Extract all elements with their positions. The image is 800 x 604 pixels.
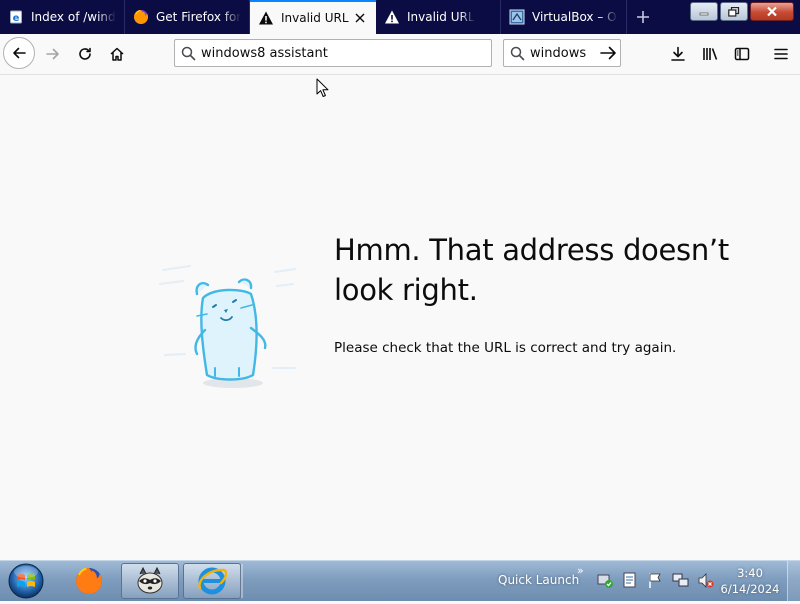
warning-icon — [384, 9, 400, 25]
sidebar-icon — [734, 47, 750, 61]
tab-get-firefox[interactable]: Get Firefox for m — [125, 0, 250, 34]
security-shield-icon[interactable] — [596, 571, 614, 589]
error-description: Please check that the URL is correct and… — [334, 340, 677, 356]
reload-icon — [79, 47, 91, 60]
quick-launch-label: Quick Launch — [498, 573, 580, 587]
network-icon[interactable] — [671, 571, 689, 589]
tab-invalid-url-active[interactable]: Invalid URL — [250, 0, 376, 34]
taskbar-divider — [240, 564, 243, 598]
restore-icon — [728, 6, 740, 17]
start-button[interactable] — [6, 562, 46, 600]
back-button[interactable] — [3, 37, 35, 69]
error-illustration — [155, 250, 305, 400]
tab-index-of-windows[interactable]: e Index of /windows — [0, 0, 125, 34]
minimize-button[interactable] — [690, 2, 718, 21]
taskbar-app-raccoon[interactable] — [121, 563, 179, 599]
tab-invalid-url[interactable]: Invalid URL — [376, 0, 501, 34]
system-tray — [596, 571, 714, 589]
new-tab-button[interactable] — [630, 4, 656, 30]
download-icon — [671, 46, 685, 61]
quick-launch-chevron-icon[interactable]: » — [577, 564, 584, 577]
windows-start-orb-icon — [8, 563, 44, 599]
document-icon[interactable] — [621, 571, 639, 589]
close-icon — [767, 6, 777, 17]
tab-strip: e Index of /windows Get Firefox for m In… — [0, 0, 800, 34]
firefox-icon — [76, 567, 102, 594]
ie-page-icon: e — [8, 9, 24, 25]
restore-button[interactable] — [720, 2, 748, 21]
taskbar-internet-explorer[interactable] — [183, 563, 241, 599]
action-center-flag-icon[interactable] — [646, 571, 664, 589]
library-button[interactable] — [695, 38, 725, 70]
internet-explorer-icon — [198, 567, 227, 595]
warning-icon — [258, 10, 274, 26]
error-title: Hmm. That address doesn’t look right. — [334, 233, 729, 307]
back-arrow-icon — [13, 47, 26, 59]
search-bar[interactable] — [503, 39, 621, 67]
reload-button[interactable] — [69, 38, 101, 70]
taskbar-firefox[interactable] — [60, 563, 118, 599]
home-icon — [110, 47, 124, 61]
downloads-button[interactable] — [663, 38, 693, 70]
search-input[interactable] — [530, 45, 596, 61]
sidebar-button[interactable] — [727, 38, 757, 70]
window-controls — [690, 2, 794, 21]
library-icon — [702, 48, 717, 60]
address-bar[interactable] — [174, 39, 492, 67]
menu-button[interactable] — [766, 38, 796, 70]
clock-date: 6/14/2024 — [720, 582, 780, 596]
search-icon — [175, 46, 201, 61]
tab-label: Index of /windows — [31, 10, 116, 24]
tab-label: VirtualBox – Ora — [532, 10, 618, 24]
search-icon — [504, 46, 530, 61]
tab-label: Get Firefox for m — [156, 10, 241, 24]
close-window-button[interactable] — [750, 2, 794, 21]
mouse-cursor-icon — [316, 78, 329, 97]
taskbar: Quick Launch » 3:40 6/14/2024 — [0, 560, 800, 601]
forward-button[interactable] — [37, 38, 69, 70]
show-desktop-button[interactable] — [787, 561, 800, 601]
navigation-toolbar — [0, 34, 800, 75]
system-clock[interactable]: 3:40 6/14/2024 — [716, 565, 784, 597]
raccoon-app-icon — [137, 566, 163, 594]
hamburger-menu-icon — [774, 48, 788, 60]
volume-muted-icon[interactable] — [696, 571, 714, 589]
tab-label: Invalid URL — [407, 10, 475, 24]
home-button[interactable] — [101, 38, 133, 70]
virtualbox-icon — [509, 9, 525, 25]
plus-icon — [637, 11, 649, 23]
close-tab-icon[interactable] — [352, 10, 368, 26]
url-input[interactable] — [201, 45, 491, 61]
search-go-arrow-icon[interactable] — [596, 46, 620, 60]
minimize-icon — [699, 12, 709, 15]
error-page — [0, 75, 800, 560]
tab-virtualbox[interactable]: VirtualBox – Ora — [501, 0, 627, 34]
tab-label: Invalid URL — [281, 11, 349, 25]
svg-text:e: e — [13, 13, 20, 24]
forward-arrow-icon — [46, 48, 59, 60]
clock-time: 3:40 — [737, 566, 763, 580]
firefox-icon — [133, 9, 149, 25]
